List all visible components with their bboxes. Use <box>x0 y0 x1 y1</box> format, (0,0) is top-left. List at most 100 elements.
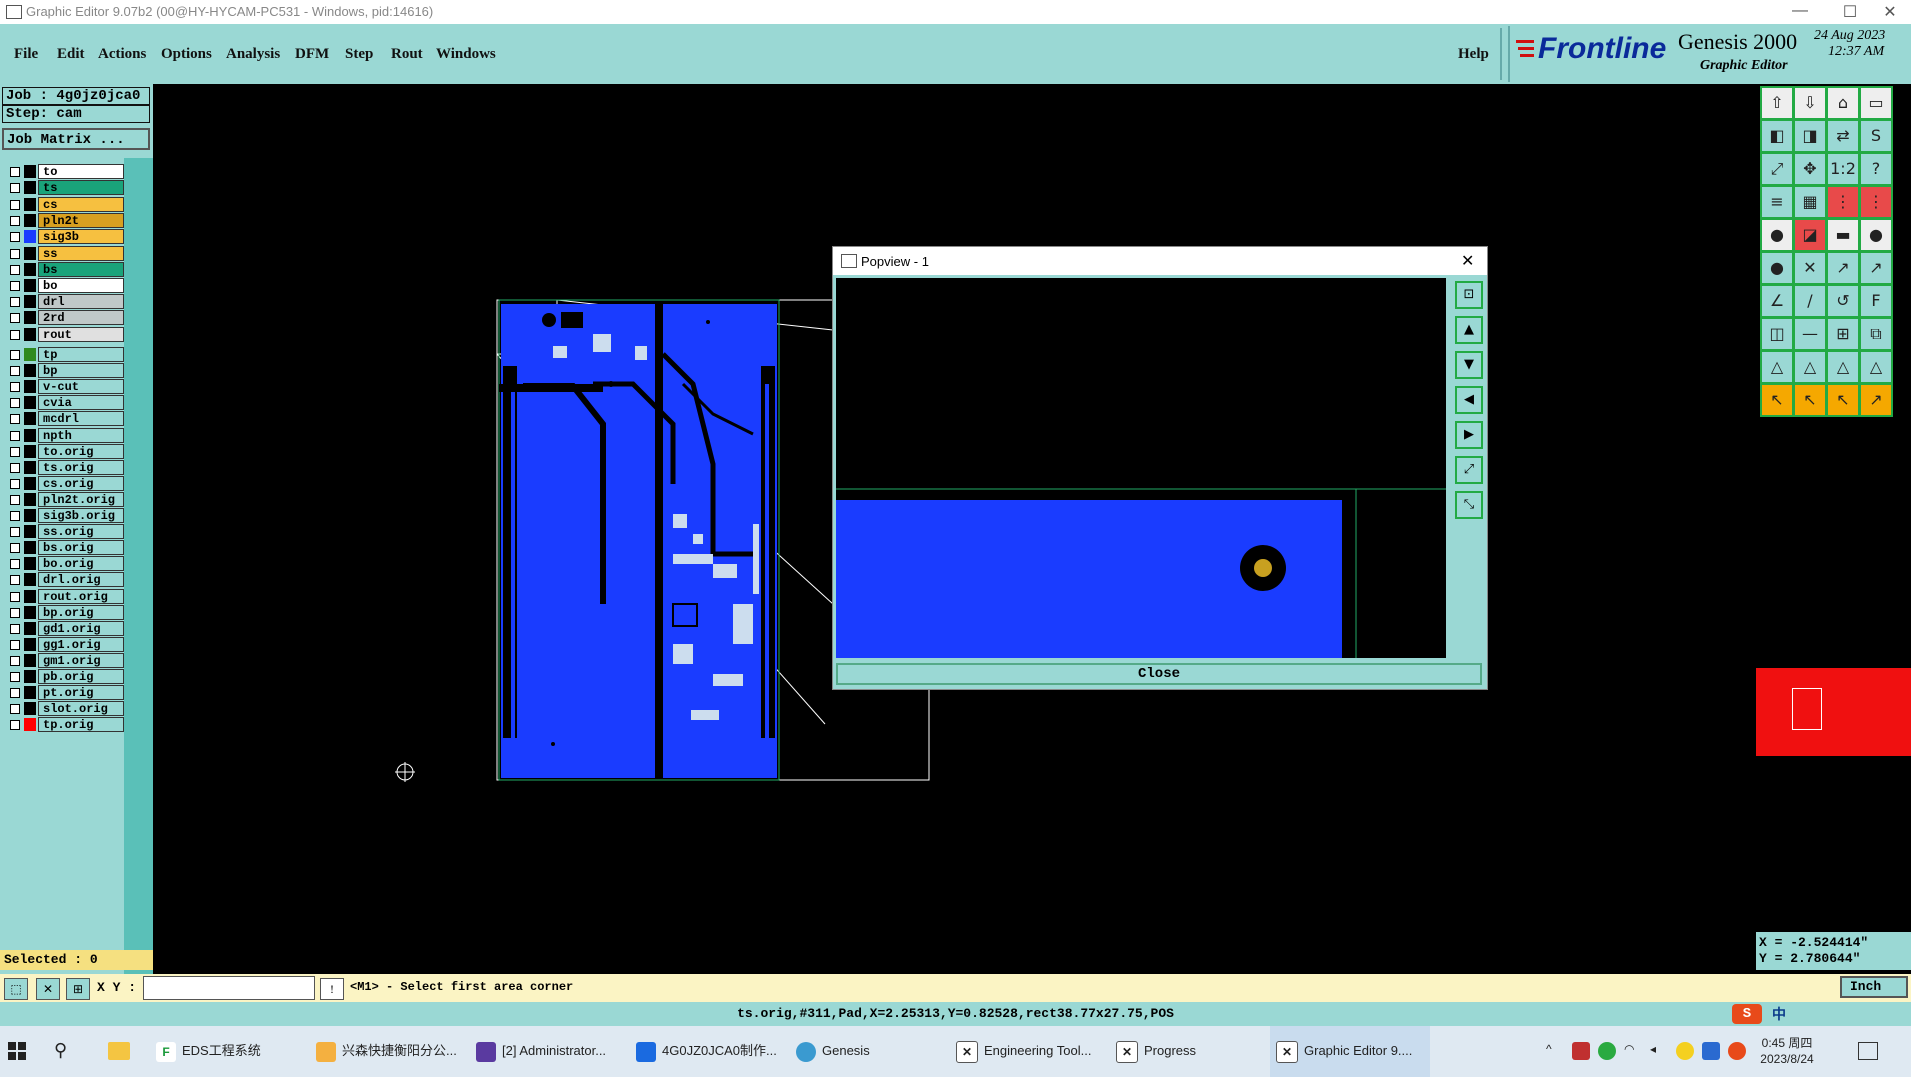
layer-checkbox[interactable] <box>10 215 20 226</box>
popview-pan-down-icon[interactable]: ▼ <box>1455 351 1483 379</box>
toolbar-tool-icon[interactable]: ◫ <box>1760 317 1794 351</box>
layer-color-swatch[interactable] <box>24 364 36 378</box>
layer-name[interactable]: cs <box>38 196 124 212</box>
layer-checkbox[interactable] <box>10 511 20 521</box>
layer-checkbox[interactable] <box>10 494 20 505</box>
layer-checkbox[interactable] <box>10 478 20 489</box>
layer-name[interactable]: bo <box>38 278 124 294</box>
layer-row[interactable]: rout.orig <box>4 588 124 604</box>
layer-row[interactable]: bs.orig <box>4 540 124 556</box>
layer-color-swatch[interactable] <box>24 213 36 227</box>
overview-panel[interactable] <box>1756 668 1911 756</box>
layer-color-swatch[interactable] <box>24 262 36 276</box>
tray-expand-icon[interactable]: ^ <box>1546 1042 1560 1060</box>
layer-checkbox[interactable] <box>10 414 20 425</box>
layer-row[interactable]: bs <box>4 261 124 277</box>
layer-color-swatch[interactable] <box>24 686 36 700</box>
layer-name[interactable]: drl <box>38 294 124 309</box>
layer-name[interactable]: ss.orig <box>38 524 124 540</box>
tray-blue-icon[interactable] <box>1702 1042 1720 1060</box>
layer-name[interactable]: ss <box>38 245 124 261</box>
layer-row[interactable]: to.orig <box>4 443 124 459</box>
layer-color-swatch[interactable] <box>24 653 36 667</box>
toolbar-tool-icon[interactable]: ⌂ <box>1826 86 1860 120</box>
taskbar-app-graphic-editor[interactable]: ✕ Graphic Editor 9.... <box>1276 1039 1412 1063</box>
toolbar-tool-icon[interactable]: ↺ <box>1826 284 1860 318</box>
network-icon[interactable]: ◠ <box>1624 1042 1642 1060</box>
toolbar-tool-icon[interactable]: △ <box>1760 350 1794 384</box>
layer-name[interactable]: cs.orig <box>38 475 124 491</box>
xy-input[interactable] <box>143 976 315 1000</box>
layer-color-swatch[interactable] <box>24 670 36 683</box>
popview-zoom-in-icon[interactable]: ⤢ <box>1455 456 1483 484</box>
layer-name[interactable]: pb.orig <box>38 669 124 684</box>
layer-name[interactable]: bs.orig <box>38 540 124 556</box>
layer-color-swatch[interactable] <box>24 380 36 394</box>
layer-color-swatch[interactable] <box>24 295 36 308</box>
toolbar-tool-icon[interactable]: ▭ <box>1859 86 1893 120</box>
layer-row[interactable]: slot.orig <box>4 701 124 717</box>
layer-color-swatch[interactable] <box>24 718 36 732</box>
popview-close-button[interactable]: Close <box>836 663 1482 685</box>
popview-pan-left-icon[interactable]: ◀ <box>1455 386 1483 414</box>
layer-checkbox[interactable] <box>10 264 20 275</box>
layer-checkbox[interactable] <box>10 527 20 538</box>
toolbar-tool-icon[interactable]: ⋮ <box>1826 185 1860 219</box>
layer-checkbox[interactable] <box>10 430 20 441</box>
menu-step[interactable]: Step <box>345 46 373 63</box>
layer-color-swatch[interactable] <box>24 573 36 587</box>
layer-color-swatch[interactable] <box>24 525 36 539</box>
layer-name[interactable]: npth <box>38 427 124 443</box>
layer-color-swatch[interactable] <box>24 621 36 635</box>
layer-checkbox[interactable] <box>10 366 20 377</box>
layer-checkbox[interactable] <box>10 281 20 292</box>
layer-checkbox[interactable] <box>10 704 20 715</box>
popview-close-icon[interactable]: ✕ <box>1461 251 1474 271</box>
layer-row[interactable]: tp.orig <box>4 717 124 733</box>
layer-row[interactable]: gg1.orig <box>4 636 124 652</box>
toolbar-tool-icon[interactable]: ● <box>1760 251 1794 285</box>
layer-row[interactable]: pb.orig <box>4 669 124 684</box>
toolbar-tool-icon[interactable]: S <box>1859 119 1893 153</box>
toolbar-tool-icon[interactable]: ⇧ <box>1760 86 1794 120</box>
ime-tray-icon[interactable] <box>1728 1042 1746 1060</box>
layer-color-swatch[interactable] <box>24 428 36 442</box>
layer-row[interactable]: cs <box>4 196 124 212</box>
layer-color-swatch[interactable] <box>24 637 36 651</box>
layer-row[interactable]: pln2t <box>4 212 124 228</box>
maximize-button[interactable]: ☐ <box>1830 2 1870 22</box>
layer-row[interactable]: npth <box>4 427 124 443</box>
toolbar-tool-icon[interactable]: ⇩ <box>1793 86 1827 120</box>
layer-checkbox[interactable] <box>10 382 20 393</box>
toolbar-tool-icon[interactable]: 1:2 <box>1826 152 1860 186</box>
toolbar-tool-icon[interactable]: ↖ <box>1793 383 1827 417</box>
toolbar-tool-icon[interactable]: ◧ <box>1760 119 1794 153</box>
layer-checkbox[interactable] <box>10 655 20 666</box>
layer-checkbox[interactable] <box>10 248 20 259</box>
toolbar-tool-icon[interactable]: ⤢ <box>1760 152 1794 186</box>
layer-name[interactable]: to.orig <box>38 443 124 459</box>
layer-row[interactable]: ss.orig <box>4 524 124 540</box>
layer-row[interactable]: 2rd <box>4 310 124 326</box>
layer-color-swatch[interactable] <box>24 197 36 211</box>
layer-name[interactable]: gm1.orig <box>38 652 124 668</box>
layer-name[interactable]: sig3b.orig <box>38 508 124 523</box>
layer-row[interactable]: bp <box>4 363 124 379</box>
layer-row[interactable]: bp.orig <box>4 604 124 620</box>
layer-color-swatch[interactable] <box>24 492 36 506</box>
layer-color-swatch[interactable] <box>24 541 36 555</box>
toolbar-tool-icon[interactable]: ▦ <box>1793 185 1827 219</box>
layer-name[interactable]: bo.orig <box>38 556 124 572</box>
layer-checkbox[interactable] <box>10 607 20 618</box>
taskbar-app-genesis[interactable]: Genesis <box>796 1039 870 1063</box>
layer-checkbox[interactable] <box>10 446 20 457</box>
layer-name[interactable]: pt.orig <box>38 685 124 701</box>
popview-canvas[interactable] <box>836 278 1446 658</box>
popview-pan-up-icon[interactable]: ▲ <box>1455 316 1483 344</box>
layer-row[interactable]: gm1.orig <box>4 652 124 668</box>
taskbar-app-administrator[interactable]: [2] Administrator... <box>476 1039 606 1063</box>
toolbar-tool-icon[interactable]: — <box>1793 317 1827 351</box>
layer-row[interactable]: pt.orig <box>4 685 124 701</box>
layer-checkbox[interactable] <box>10 639 20 650</box>
volume-icon[interactable]: ◂ <box>1650 1042 1668 1060</box>
